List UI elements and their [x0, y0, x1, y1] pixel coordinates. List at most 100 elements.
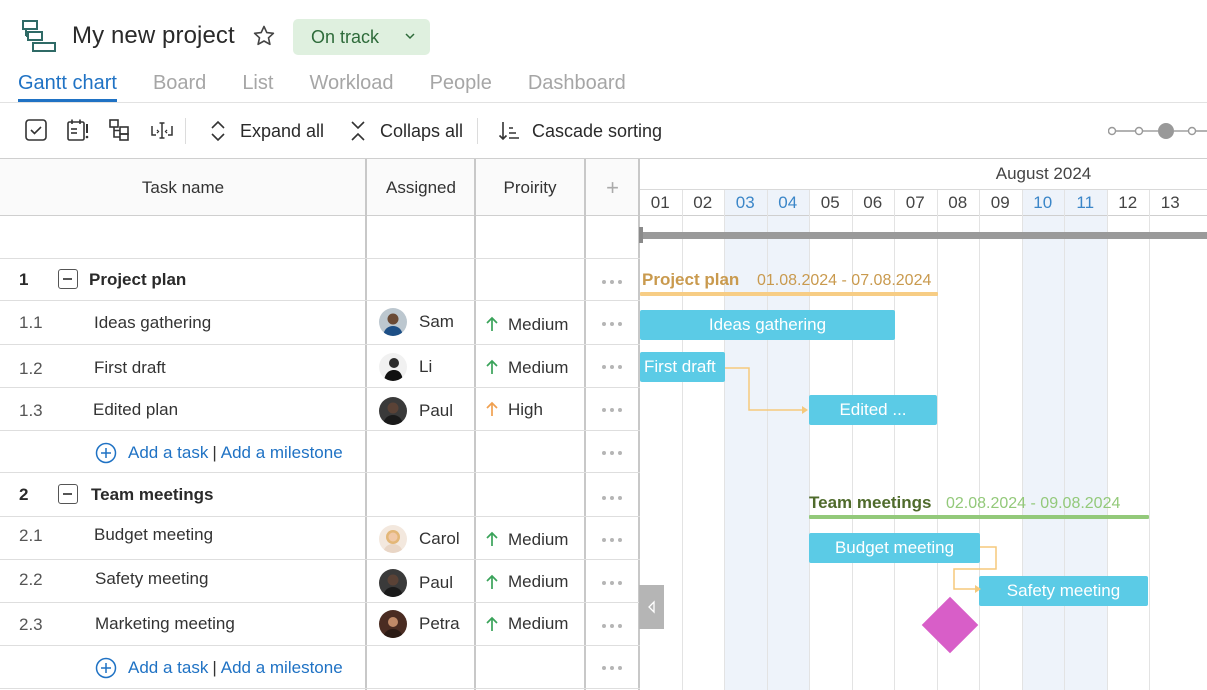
- tab-board[interactable]: Board: [153, 72, 206, 102]
- avatar: [379, 397, 407, 425]
- add-circle-icon[interactable]: [95, 442, 117, 464]
- timeline-day: 01: [650, 193, 670, 212]
- arrow-up-icon: [486, 359, 498, 374]
- priority-label: Medium: [508, 530, 569, 549]
- row-menu-button[interactable]: [602, 321, 622, 327]
- add-task-link[interactable]: Add a task: [128, 443, 208, 463]
- avatar: [379, 525, 407, 553]
- collapse-all-label: Collaps all: [380, 120, 464, 141]
- tab-gantt-chart[interactable]: Gantt chart: [18, 72, 117, 102]
- task-number: 1.2: [19, 359, 43, 378]
- column-header-task-name[interactable]: Task name: [0, 159, 366, 216]
- gantt-bar[interactable]: Edited ...: [809, 395, 937, 425]
- view-tabs: Gantt chart Board List Workload People D…: [18, 72, 662, 104]
- task-name[interactable]: Safety meeting: [95, 569, 208, 589]
- row-menu-button[interactable]: [602, 495, 622, 501]
- collapse-grid-toggle[interactable]: [639, 585, 664, 629]
- chevron-left-icon: [648, 600, 655, 614]
- priority-label: Medium: [508, 614, 569, 633]
- text-width-icon[interactable]: [150, 118, 174, 142]
- gantt-bar[interactable]: Ideas gathering: [640, 310, 895, 340]
- hierarchy-icon[interactable]: [108, 118, 132, 142]
- row-menu-button[interactable]: [602, 450, 622, 456]
- gantt-group-title: Project plan: [642, 270, 740, 289]
- row-menu-button[interactable]: [602, 407, 622, 413]
- task-name[interactable]: Edited plan: [93, 400, 178, 420]
- task-name[interactable]: Budget meeting: [94, 525, 213, 545]
- weekend-column: [1064, 190, 1107, 690]
- assignee-name: Carol: [419, 529, 460, 548]
- column-divider: [474, 159, 476, 690]
- add-task-row: Add a task | Add a milestone: [95, 442, 343, 464]
- tab-list[interactable]: List: [242, 72, 273, 102]
- arrow-up-icon: [486, 316, 498, 331]
- add-circle-icon[interactable]: [95, 657, 117, 679]
- column-header-priority[interactable]: Proirity: [476, 159, 584, 216]
- timeline-gridline: [851, 190, 853, 690]
- tab-workload[interactable]: Workload: [309, 72, 393, 102]
- weekend-column: [1021, 190, 1064, 690]
- row-divider: [0, 688, 640, 689]
- weekend-column: [766, 190, 809, 690]
- row-menu-button[interactable]: [602, 580, 622, 586]
- row-menu-button[interactable]: [602, 279, 622, 285]
- add-milestone-link[interactable]: Add a milestone: [221, 658, 343, 678]
- calendar-exclamation-icon[interactable]: [66, 118, 90, 142]
- tab-dashboard[interactable]: Dashboard: [528, 72, 626, 102]
- collapse-all-button[interactable]: Collaps all: [348, 118, 463, 144]
- collapse-icon: [351, 121, 365, 141]
- add-column-button[interactable]: +: [586, 159, 639, 216]
- assignee-name: Paul: [419, 573, 454, 592]
- row-divider: [0, 602, 640, 603]
- task-number: 1.1: [19, 313, 43, 332]
- add-milestone-link[interactable]: Add a milestone: [221, 443, 343, 463]
- assignee-name: Sam: [419, 312, 454, 331]
- dependency-arrow: [725, 367, 808, 414]
- link-separator: |: [212, 443, 217, 462]
- group-name[interactable]: Team meetings: [91, 485, 214, 505]
- column-header-assigned[interactable]: Assigned: [367, 159, 475, 216]
- timeline-month: August 2024: [995, 164, 1092, 183]
- timeline-day: 12: [1118, 193, 1138, 212]
- task-name[interactable]: Marketing meeting: [95, 614, 235, 634]
- column-divider: [365, 159, 367, 690]
- row-divider: [0, 430, 640, 431]
- milestone-marker[interactable]: [921, 596, 979, 654]
- collapse-group-button[interactable]: [58, 484, 78, 504]
- timeline-gridline: [1021, 190, 1023, 690]
- task-name[interactable]: Ideas gathering: [94, 313, 211, 333]
- timeline-gridline: [1149, 190, 1150, 690]
- project-bar-start-cap: [639, 227, 643, 243]
- timeline-day: 09: [990, 193, 1010, 212]
- expand-all-button[interactable]: Expand all: [208, 118, 324, 144]
- group-number: 2: [19, 485, 29, 504]
- priority-label: High: [508, 400, 543, 419]
- row-menu-button[interactable]: [602, 665, 622, 671]
- select-all-icon[interactable]: [24, 118, 48, 142]
- cascade-sorting-label: Cascade sorting: [532, 120, 663, 141]
- row-divider: [0, 300, 640, 301]
- star-icon[interactable]: [252, 24, 276, 48]
- project-summary-bar: [640, 232, 1207, 239]
- assignee-name: Petra: [419, 614, 460, 633]
- group-name[interactable]: Project plan: [89, 270, 186, 290]
- add-task-link[interactable]: Add a task: [128, 658, 208, 678]
- task-name[interactable]: First draft: [94, 358, 166, 378]
- row-divider: [0, 472, 640, 473]
- timeline-day: 06: [863, 193, 883, 212]
- gantt-bar[interactable]: First draft: [640, 352, 725, 382]
- row-menu-button[interactable]: [602, 364, 622, 370]
- task-number: 2.2: [19, 570, 43, 589]
- timeline-gridline: [766, 190, 768, 690]
- zoom-slider[interactable]: [1108, 122, 1207, 140]
- collapse-group-button[interactable]: [58, 269, 78, 289]
- arrow-up-icon: [486, 616, 498, 631]
- arrow-up-icon: [486, 531, 498, 546]
- gantt-bar[interactable]: Safety meeting: [979, 576, 1148, 606]
- cascade-sorting-button[interactable]: Cascade sorting: [498, 118, 662, 144]
- status-dropdown[interactable]: On track: [293, 19, 430, 55]
- tab-people[interactable]: People: [430, 72, 492, 102]
- row-menu-button[interactable]: [602, 537, 622, 543]
- row-menu-button[interactable]: [602, 623, 622, 629]
- column-divider: [584, 159, 586, 690]
